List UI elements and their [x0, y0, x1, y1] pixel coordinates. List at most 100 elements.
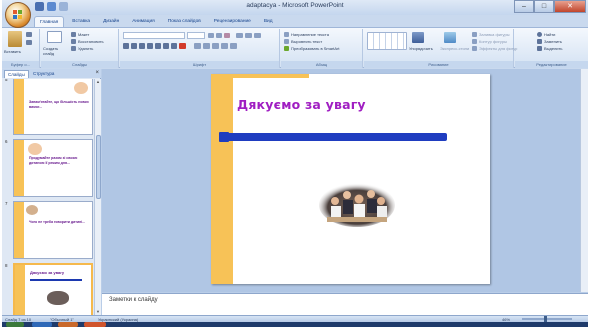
find-icon	[537, 32, 542, 37]
tab-slides[interactable]: Слайды	[4, 70, 29, 78]
underline-icon[interactable]	[139, 43, 145, 49]
windows-taskbar	[2, 322, 588, 327]
notes-pane[interactable]: Заметки к слайду	[102, 293, 588, 315]
select-icon	[537, 46, 542, 51]
smartart-icon	[284, 46, 289, 51]
shadow-icon[interactable]	[155, 43, 161, 49]
drawing-group: Упорядочить Экспресс-стили Заливка фигур…	[364, 29, 517, 68]
font-size-field[interactable]	[187, 32, 205, 39]
align-right-icon[interactable]	[212, 43, 219, 49]
slide-accent-bar	[211, 74, 233, 284]
slide-number: 6	[5, 139, 8, 144]
ribbon: Вставить Буфер о... Создать слайд Макет …	[2, 27, 588, 68]
taskbar-firefox-icon[interactable]	[58, 322, 78, 327]
taskbar-ie-icon[interactable]	[32, 322, 52, 327]
taskbar-powerpoint-icon[interactable]	[84, 322, 106, 327]
slide-number: 5	[5, 79, 8, 82]
align-text-button[interactable]: Выровнять текст	[291, 39, 322, 44]
shape-outline-button[interactable]: Контур фигуры	[479, 39, 507, 44]
start-button[interactable]	[6, 322, 24, 327]
convert-smartart-button[interactable]: Преобразовать в SmartArt	[291, 46, 340, 51]
paste-button[interactable]: Вставить	[4, 49, 21, 54]
tab-design[interactable]: Дизайн	[98, 16, 124, 27]
shapes-gallery[interactable]	[367, 32, 407, 50]
close-button[interactable]: ✕	[554, 0, 586, 13]
columns-icon[interactable]	[230, 43, 237, 49]
editing-group-label: Редактирование	[515, 61, 588, 68]
tab-animation[interactable]: Анимация	[127, 16, 160, 27]
slides-pane: Слайды Структура × 5 Запам'ятайте, що бі…	[2, 69, 101, 315]
maximize-button[interactable]: □	[534, 0, 554, 13]
slide-divider-line	[223, 133, 447, 141]
strikethrough-icon[interactable]	[147, 43, 153, 49]
tab-home[interactable]: Главная	[34, 16, 65, 27]
editor-scrollbar[interactable]	[580, 69, 588, 292]
replace-button[interactable]: Заменить	[544, 39, 562, 44]
indent-icon[interactable]	[254, 33, 261, 38]
copy-icon[interactable]	[26, 40, 32, 45]
arrange-icon	[412, 32, 424, 43]
layout-icon	[71, 32, 76, 37]
thumbnail-cartoon-icon	[28, 143, 42, 155]
justify-icon[interactable]	[221, 43, 228, 49]
numbering-icon[interactable]	[245, 33, 252, 38]
reset-button[interactable]: Восстановить	[78, 39, 104, 44]
new-slide-button[interactable]: Создать слайд	[43, 46, 69, 56]
thumbnail-text: Продумайте разом зі своєю дитиною її реж…	[29, 156, 78, 165]
scroll-up-arrow-icon[interactable]: ▲	[95, 79, 101, 85]
change-case-icon[interactable]	[171, 43, 177, 49]
layout-button[interactable]: Макет	[78, 32, 89, 37]
bold-icon[interactable]	[123, 43, 129, 49]
office-button[interactable]	[5, 2, 31, 28]
thumbnail-accent-bar	[14, 140, 24, 196]
shape-fill-button[interactable]: Заливка фигуры	[479, 32, 510, 37]
shape-effects-button[interactable]: Эффекты для фигур	[479, 46, 517, 51]
slide-title[interactable]: Дякуємо за увагу	[237, 97, 366, 112]
spacing-icon[interactable]	[163, 43, 169, 49]
minimize-button[interactable]: –	[514, 0, 534, 13]
zoom-slider[interactable]	[522, 316, 572, 322]
notes-placeholder: Заметки к слайду	[109, 297, 158, 303]
pane-close-icon[interactable]: ×	[95, 70, 99, 77]
slides-group: Создать слайд Макет Восстановить Удалить…	[41, 29, 119, 68]
workspace: Слайды Структура × 5 Запам'ятайте, що бі…	[2, 69, 588, 315]
slide-number: 8	[5, 263, 8, 268]
text-direction-button[interactable]: Направление текста	[291, 32, 329, 37]
shape-outline-icon	[472, 39, 477, 44]
ribbon-tabs: Главная Вставка Дизайн Анимация Показ сл…	[34, 16, 278, 27]
current-slide[interactable]: Дякуємо за увагу	[211, 74, 490, 284]
find-button[interactable]: Найти	[544, 32, 555, 37]
align-left-icon[interactable]	[194, 43, 201, 49]
tab-outline[interactable]: Структура	[30, 70, 57, 78]
thumbnail-accent-bar	[15, 265, 25, 315]
tab-view[interactable]: Вид	[259, 16, 278, 27]
thumbnail-cartoon-icon	[74, 82, 88, 94]
slide-thumbnail-image: Продумайте разом зі своєю дитиною її реж…	[13, 139, 93, 197]
text-direction-icon	[284, 32, 289, 37]
italic-icon[interactable]	[131, 43, 137, 49]
clipboard-group: Вставить Буфер о...	[2, 29, 40, 68]
bullets-icon[interactable]	[236, 33, 243, 38]
clear-format-icon[interactable]	[224, 33, 230, 38]
tab-review[interactable]: Рецензирование	[209, 16, 256, 27]
delete-button[interactable]: Удалить	[78, 46, 93, 51]
shrink-font-icon[interactable]	[216, 33, 222, 38]
tab-insert[interactable]: Вставка	[67, 16, 95, 27]
cut-icon[interactable]	[26, 32, 32, 37]
font-color-icon[interactable]	[179, 43, 186, 49]
clipboard-group-label: Буфер о...	[2, 61, 39, 68]
slide-divider-cap	[219, 132, 229, 142]
quick-styles-button[interactable]: Экспресс-стили	[440, 46, 469, 51]
slides-pane-scrollbar[interactable]: ▲ ▼	[94, 79, 101, 315]
quick-styles-icon	[444, 32, 456, 43]
align-center-icon[interactable]	[203, 43, 210, 49]
delete-icon	[71, 46, 76, 51]
arrange-button[interactable]: Упорядочить	[409, 46, 433, 51]
font-name-field[interactable]	[123, 32, 185, 39]
scroll-thumb[interactable]	[96, 135, 101, 199]
tab-slideshow[interactable]: Показ слайдов	[163, 16, 206, 27]
paste-icon[interactable]	[8, 31, 22, 47]
new-slide-icon[interactable]	[47, 31, 62, 43]
grow-font-icon[interactable]	[208, 33, 214, 38]
select-button[interactable]: Выделить	[544, 46, 562, 51]
